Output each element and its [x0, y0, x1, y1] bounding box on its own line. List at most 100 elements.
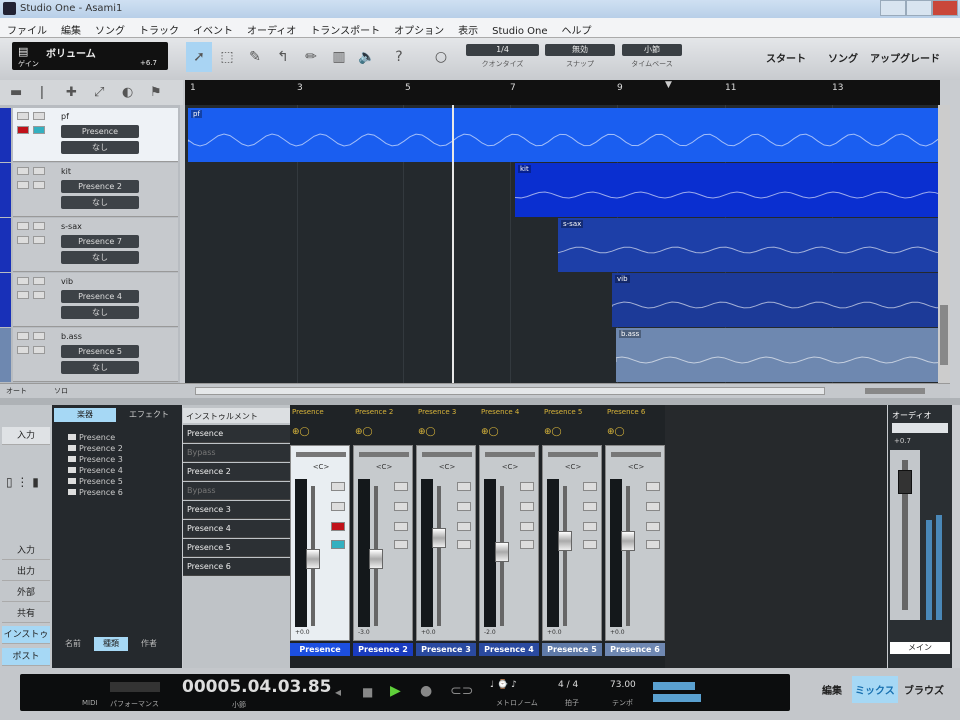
automation-toggle[interactable]: オート [6, 386, 27, 396]
mix-view-button[interactable]: ミックス [852, 676, 898, 703]
record-arm-button[interactable] [394, 482, 408, 491]
instrument-io-icon[interactable]: ⊕◯ [607, 427, 625, 437]
groups-icon[interactable]: ◐ [122, 85, 133, 100]
time-display[interactable]: 00005.04.03.85 [182, 677, 332, 697]
monitor-button[interactable] [520, 502, 534, 511]
channel-list-row[interactable]: Presence 4 [183, 520, 290, 538]
channel-name[interactable]: Presence 4 [479, 643, 539, 656]
channel-sublist-row[interactable]: Bypass [183, 444, 290, 462]
play-icon[interactable]: ▶ [390, 683, 401, 699]
output-select[interactable]: なし [61, 361, 139, 374]
menu-item[interactable]: オーディオ [240, 18, 303, 37]
volume-fader-cap[interactable] [369, 549, 383, 569]
instrument-select[interactable]: Presence 2 [61, 180, 139, 193]
channel-name[interactable]: Presence [290, 643, 350, 656]
listen-tool-icon[interactable]: 🔈 [354, 42, 380, 72]
pan-slider[interactable] [611, 452, 661, 457]
browser-sort-tab[interactable]: 種類 [94, 637, 128, 651]
menu-item[interactable]: ファイル [0, 18, 54, 37]
channel-list-row[interactable]: Presence 6 [183, 558, 290, 576]
edit-icon[interactable]: ⤢ [94, 85, 104, 100]
channel-name[interactable]: Presence 5 [542, 643, 602, 656]
nav-3[interactable]: 共有 [2, 605, 50, 623]
output-select[interactable]: なし [61, 306, 139, 319]
menu-item[interactable]: ヘルプ [555, 18, 599, 37]
upgrade-button[interactable]: アップグレード [870, 50, 940, 65]
browser-tab-instruments[interactable]: 楽器 [54, 408, 116, 422]
menu-item[interactable]: Studio One [485, 22, 554, 37]
split-tool-icon[interactable]: ✎ [242, 42, 268, 72]
instrument-io-icon[interactable]: ⊕◯ [481, 427, 499, 437]
monitor-button[interactable] [646, 502, 660, 511]
channel-list-header[interactable]: インストゥルメント [183, 408, 290, 423]
volume-fader-cap[interactable] [621, 530, 635, 551]
track-header[interactable]: s-sax Presence 7 なし [0, 218, 178, 272]
volume-fader-cap[interactable] [495, 542, 509, 562]
output-select[interactable]: なし [61, 251, 139, 264]
loop-marker[interactable]: ▼ [665, 80, 672, 90]
channel-name[interactable]: Presence 3 [416, 643, 476, 656]
browser-sort-tab[interactable]: 作者 [132, 637, 166, 651]
solo-button[interactable] [520, 540, 534, 549]
channel-list-row[interactable]: Presence 3 [183, 501, 290, 519]
monitor-button[interactable] [17, 112, 29, 120]
browser-item[interactable]: Presence 6 [68, 488, 123, 497]
browser-tab-effects[interactable]: エフェクト [118, 408, 180, 422]
instrument-io-icon[interactable]: ⊕◯ [292, 427, 310, 437]
track-clip[interactable]: pf [188, 108, 938, 162]
instrument-select[interactable]: Presence 5 [61, 345, 139, 358]
main-fader-track[interactable] [890, 450, 920, 620]
record-arm-button[interactable] [646, 482, 660, 491]
track-clip[interactable]: kit [515, 163, 938, 217]
record-arm-button[interactable] [331, 482, 345, 491]
track-header[interactable]: kit Presence 2 なし [0, 163, 178, 217]
solo-button[interactable] [33, 236, 45, 244]
volume-fader-track[interactable] [626, 486, 630, 626]
panel-divider[interactable] [0, 398, 960, 405]
browser-item[interactable]: Presence 2 [68, 444, 123, 453]
instrument-select[interactable]: Presence 7 [61, 235, 139, 248]
mute-button[interactable] [17, 126, 29, 134]
song-page-button[interactable]: ソング [828, 50, 858, 65]
monitor-button[interactable] [331, 502, 345, 511]
nav-input-select[interactable]: 入力 [2, 427, 50, 445]
zoom-slider[interactable] [865, 388, 925, 394]
search-icon[interactable]: ○ [428, 42, 454, 72]
browser-item[interactable]: Presence 5 [68, 477, 123, 486]
track-header[interactable]: pf Presence なし [0, 108, 178, 162]
channel-name[interactable]: Presence 2 [353, 643, 413, 656]
stop-icon[interactable]: ■ [362, 685, 373, 699]
record-arm-button[interactable] [520, 482, 534, 491]
instrument-select[interactable]: Presence [61, 125, 139, 138]
timestretch-button[interactable] [33, 167, 45, 175]
track-clip[interactable]: vib [612, 273, 938, 327]
metronome-icon[interactable]: ♩ ⌚ ♪ [490, 680, 517, 690]
track-header[interactable]: b.ass Presence 5 なし [0, 328, 178, 382]
pencil-tool-icon[interactable]: ✏ [298, 42, 324, 72]
menu-item[interactable]: トラック [132, 18, 186, 37]
solo-button[interactable] [583, 540, 597, 549]
volume-fader-cap[interactable] [432, 528, 446, 548]
pan-slider[interactable] [296, 452, 346, 457]
nav-0[interactable]: 入力 [2, 542, 50, 560]
rewind-icon[interactable]: ◂ [335, 685, 341, 699]
browser-item[interactable]: Presence 4 [68, 466, 123, 475]
solo-button[interactable] [646, 540, 660, 549]
menu-item[interactable]: 表示 [451, 18, 485, 37]
mute-button[interactable] [17, 346, 29, 354]
menu-item[interactable]: トランスポート [303, 18, 387, 37]
track-header[interactable]: vib Presence 4 なし [0, 273, 178, 327]
marker-icon[interactable]: ⚑ [150, 85, 162, 100]
monitor-button[interactable] [457, 502, 471, 511]
timestretch-button[interactable] [33, 332, 45, 340]
timebase-select[interactable]: 小節 [622, 44, 682, 56]
output-select[interactable]: なし [61, 196, 139, 209]
mute-button[interactable] [394, 522, 408, 531]
mute-button[interactable] [17, 291, 29, 299]
close-button[interactable] [932, 0, 958, 16]
monitor-button[interactable] [17, 222, 29, 230]
solo-button[interactable] [33, 346, 45, 354]
add-track-icon[interactable]: ✚ [66, 85, 77, 100]
nav-2[interactable]: 外部 [2, 584, 50, 602]
browser-sort-tab[interactable]: 名前 [56, 637, 90, 651]
